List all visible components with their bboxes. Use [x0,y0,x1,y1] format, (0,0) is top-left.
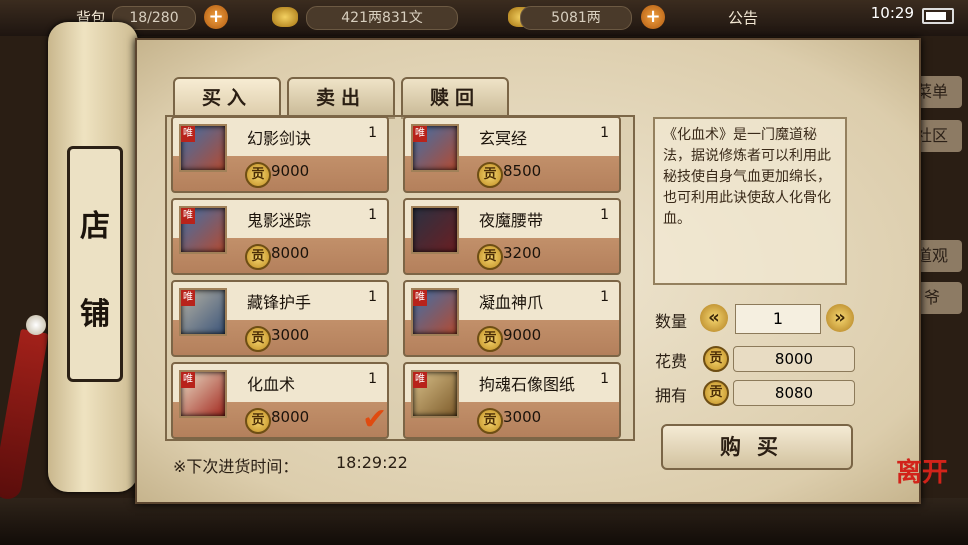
list-item[interactable]: 唯 化血术 1 贡 8000 [171,362,389,439]
coin-icon: 贡 [477,244,503,270]
list-item[interactable]: 唯 玄冥经 1 贡 8500 [403,116,621,193]
item-qty: 1 [600,289,609,305]
unique-badge: 唯 [413,372,427,388]
silver-amount: 421两831文 [306,6,458,30]
item-qty: 1 [600,371,609,387]
unique-badge: 唯 [181,372,195,388]
book-icon: 唯 [411,124,459,172]
belt-icon [411,206,459,254]
restock-time: 18:29:22 [336,453,408,472]
checkmark-icon: ✔ [362,402,388,437]
tab-redeem[interactable]: 赎回 [401,77,509,119]
coin-icon: 贡 [477,162,503,188]
list-item[interactable]: 唯 拘魂石像图纸 1 贡 3000 [403,362,621,439]
book-icon: 唯 [411,288,459,336]
item-qty: 1 [368,289,377,305]
add-bag-button[interactable]: + [204,5,228,29]
shop-title: 店 铺 [67,146,123,382]
unique-badge: 唯 [413,290,427,306]
restock-label: ※下次进货时间： [173,457,299,476]
coin-icon: 贡 [245,408,271,434]
owned-value: 8080 [733,380,855,406]
clock: 10:29 [870,4,914,22]
item-qty: 1 [600,207,609,223]
item-price: 3000 [503,408,542,426]
battery-icon [922,8,954,24]
decrease-arrow-icon[interactable]: « [700,304,728,332]
item-name: 藏锋护手 [247,293,312,312]
item-price: 3200 [503,244,542,262]
blueprint-icon: 唯 [411,370,459,418]
list-item[interactable]: 夜魔腰带 1 贡 3200 [403,198,621,275]
item-description: 《化血术》是一门魔道秘法，据说修炼者可以利用此秘技使自身气血更加绵长，也可利用此… [653,117,847,285]
unique-badge: 唯 [181,126,195,142]
list-item[interactable]: 唯 凝血神爪 1 贡 9000 [403,280,621,357]
coin-icon: 贡 [477,408,503,434]
cost-label: 花费 [655,352,688,371]
item-price: 8000 [271,408,310,426]
shop-title-char-1: 店 [80,209,110,244]
unique-badge: 唯 [413,126,427,142]
item-name: 夜魔腰带 [479,211,544,230]
tab-sell[interactable]: 卖出 [287,77,395,119]
top-status-bar: 背包 18/280 + 421两831文 5081两 + 公告 10:29 [0,0,968,36]
shop-title-char-2: 铺 [80,297,110,332]
notice-button[interactable]: 公告 [728,7,758,28]
coin-icon: 贡 [245,326,271,352]
owned-label: 拥有 [655,386,688,405]
glove-icon: 唯 [179,288,227,336]
item-price: 8000 [271,244,310,262]
item-qty: 1 [368,371,377,387]
cost-value: 8000 [733,346,855,372]
bottom-menu-bar [0,498,968,545]
jade-bead-decoration [26,315,46,335]
item-price: 9000 [503,326,542,344]
item-name: 化血术 [247,375,296,394]
coin-icon: 贡 [245,162,271,188]
list-item[interactable]: 唯 幻影剑诀 1 贡 9000 [171,116,389,193]
book-icon: 唯 [179,206,227,254]
silver-icon [272,7,298,27]
tab-buy[interactable]: 买入 [173,77,281,119]
increase-arrow-icon[interactable]: » [826,304,854,332]
coin-icon: 贡 [477,326,503,352]
coin-icon: 贡 [703,380,729,406]
buy-button[interactable]: 购买 [661,424,853,470]
item-name: 幻影剑诀 [247,129,312,148]
gold-amount: 5081两 [520,6,632,30]
quantity-input[interactable]: 1 [735,304,821,334]
quantity-label: 数量 [655,312,688,331]
item-price: 3000 [271,326,310,344]
scroll-icon: 唯 [179,370,227,418]
tassel-decoration [0,328,49,502]
item-name: 凝血神爪 [479,293,544,312]
exit-button[interactable]: 离开 [896,452,948,489]
item-price: 8500 [503,162,542,180]
coin-icon: 贡 [245,244,271,270]
list-item[interactable]: 唯 藏锋护手 1 贡 3000 [171,280,389,357]
item-qty: 1 [600,125,609,141]
item-qty: 1 [368,207,377,223]
item-name: 拘魂石像图纸 [479,375,576,394]
item-name: 鬼影迷踪 [247,211,312,230]
add-gold-button[interactable]: + [641,5,665,29]
list-item[interactable]: 唯 鬼影迷踪 1 贡 8000 [171,198,389,275]
item-price: 9000 [271,162,310,180]
unique-badge: 唯 [181,290,195,306]
item-qty: 1 [368,125,377,141]
item-name: 玄冥经 [479,129,528,148]
book-icon: 唯 [179,124,227,172]
unique-badge: 唯 [181,208,195,224]
coin-icon: 贡 [703,346,729,372]
